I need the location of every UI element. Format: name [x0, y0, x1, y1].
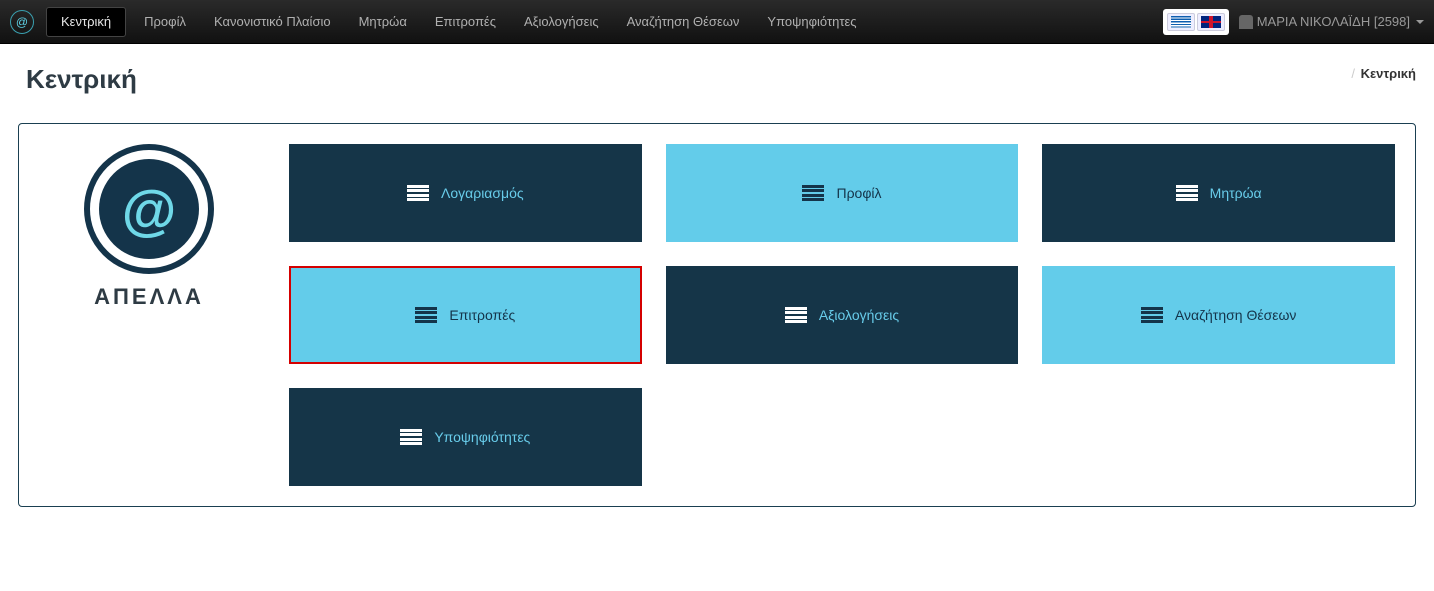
nav-label: Αξιολογήσεις [524, 14, 599, 29]
card-candidacies[interactable]: Υποψηφιότητες [289, 388, 642, 486]
card-account[interactable]: Λογαριασμός [289, 144, 642, 242]
dashboard-content: @ ΑΠΕΛΛΑ Λογαριασμός Προφίλ Μητρώα [39, 144, 1395, 486]
nav-item-search-positions[interactable]: Αναζήτηση Θέσεων [613, 0, 754, 44]
brand-logo-glyph: @ [99, 159, 199, 259]
user-menu[interactable]: ΜΑΡΙΑ ΝΙΚΟΛΑΪΔΗ [2598] [1239, 14, 1424, 29]
top-navbar: @ Κεντρική Προφίλ Κανονιστικό Πλαίσιο Μη… [0, 0, 1434, 44]
menu-lines-icon [1176, 185, 1198, 201]
nav-label: Μητρώα [359, 14, 407, 29]
nav-label: Κανονιστικό Πλαίσιο [214, 14, 331, 29]
nav-item-regulatory[interactable]: Κανονιστικό Πλαίσιο [200, 0, 345, 44]
page-title: Κεντρική [26, 64, 1416, 95]
dashboard-panel: @ ΑΠΕΛΛΑ Λογαριασμός Προφίλ Μητρώα [18, 123, 1416, 507]
breadcrumb-current: Κεντρική [1361, 66, 1416, 81]
card-label: Υποψηφιότητες [434, 429, 530, 445]
flag-greek-icon [1171, 16, 1191, 28]
user-icon [1239, 15, 1253, 29]
menu-lines-icon [407, 185, 429, 201]
nav-item-evaluations[interactable]: Αξιολογήσεις [510, 0, 613, 44]
card-label: Αξιολογήσεις [819, 307, 899, 323]
nav-item-committees[interactable]: Επιτροπές [421, 0, 510, 44]
card-label: Αναζήτηση Θέσεων [1175, 307, 1296, 323]
topbar-right: ΜΑΡΙΑ ΝΙΚΟΛΑΪΔΗ [2598] [1163, 9, 1424, 35]
card-label: Προφίλ [836, 185, 881, 201]
menu-lines-icon [785, 307, 807, 323]
menu-lines-icon [400, 429, 422, 445]
app-logo-icon[interactable]: @ [10, 10, 34, 34]
nav-item-profile[interactable]: Προφίλ [130, 0, 200, 44]
menu-lines-icon [802, 185, 824, 201]
nav-label: Προφίλ [144, 14, 186, 29]
breadcrumb: / Κεντρική [1351, 66, 1416, 81]
dashboard-cards: Λογαριασμός Προφίλ Μητρώα Επιτροπές Αξιο [289, 144, 1395, 486]
card-label: Επιτροπές [449, 307, 515, 323]
nav-item-candidacies[interactable]: Υποψηφιότητες [753, 0, 870, 44]
breadcrumb-separator: / [1351, 66, 1355, 81]
nav-label: Αναζήτηση Θέσεων [627, 14, 740, 29]
brand-name: ΑΠΕΛΛΑ [94, 284, 204, 310]
nav-label: Υποψηφιότητες [767, 14, 856, 29]
page-container: / Κεντρική Κεντρική @ ΑΠΕΛΛΑ Λογαριασμός… [0, 44, 1434, 527]
flag-uk-icon [1201, 16, 1221, 28]
chevron-down-icon [1416, 20, 1424, 24]
card-profile[interactable]: Προφίλ [666, 144, 1019, 242]
brand-column: @ ΑΠΕΛΛΑ [39, 144, 259, 486]
card-label: Λογαριασμός [441, 185, 524, 201]
brand-logo: @ [84, 144, 214, 274]
card-evaluations[interactable]: Αξιολογήσεις [666, 266, 1019, 364]
card-search-positions[interactable]: Αναζήτηση Θέσεων [1042, 266, 1395, 364]
menu-lines-icon [415, 307, 437, 323]
card-label: Μητρώα [1210, 185, 1262, 201]
nav-item-home[interactable]: Κεντρική [46, 7, 126, 37]
card-registries[interactable]: Μητρώα [1042, 144, 1395, 242]
nav-label: Επιτροπές [435, 14, 496, 29]
card-committees[interactable]: Επιτροπές [289, 266, 642, 364]
language-switcher [1163, 9, 1229, 35]
menu-lines-icon [1141, 307, 1163, 323]
user-display-name: ΜΑΡΙΑ ΝΙΚΟΛΑΪΔΗ [2598] [1257, 14, 1410, 29]
lang-english-button[interactable] [1197, 13, 1225, 31]
nav-label: Κεντρική [61, 14, 111, 29]
nav-item-registries[interactable]: Μητρώα [345, 0, 421, 44]
lang-greek-button[interactable] [1167, 13, 1195, 31]
